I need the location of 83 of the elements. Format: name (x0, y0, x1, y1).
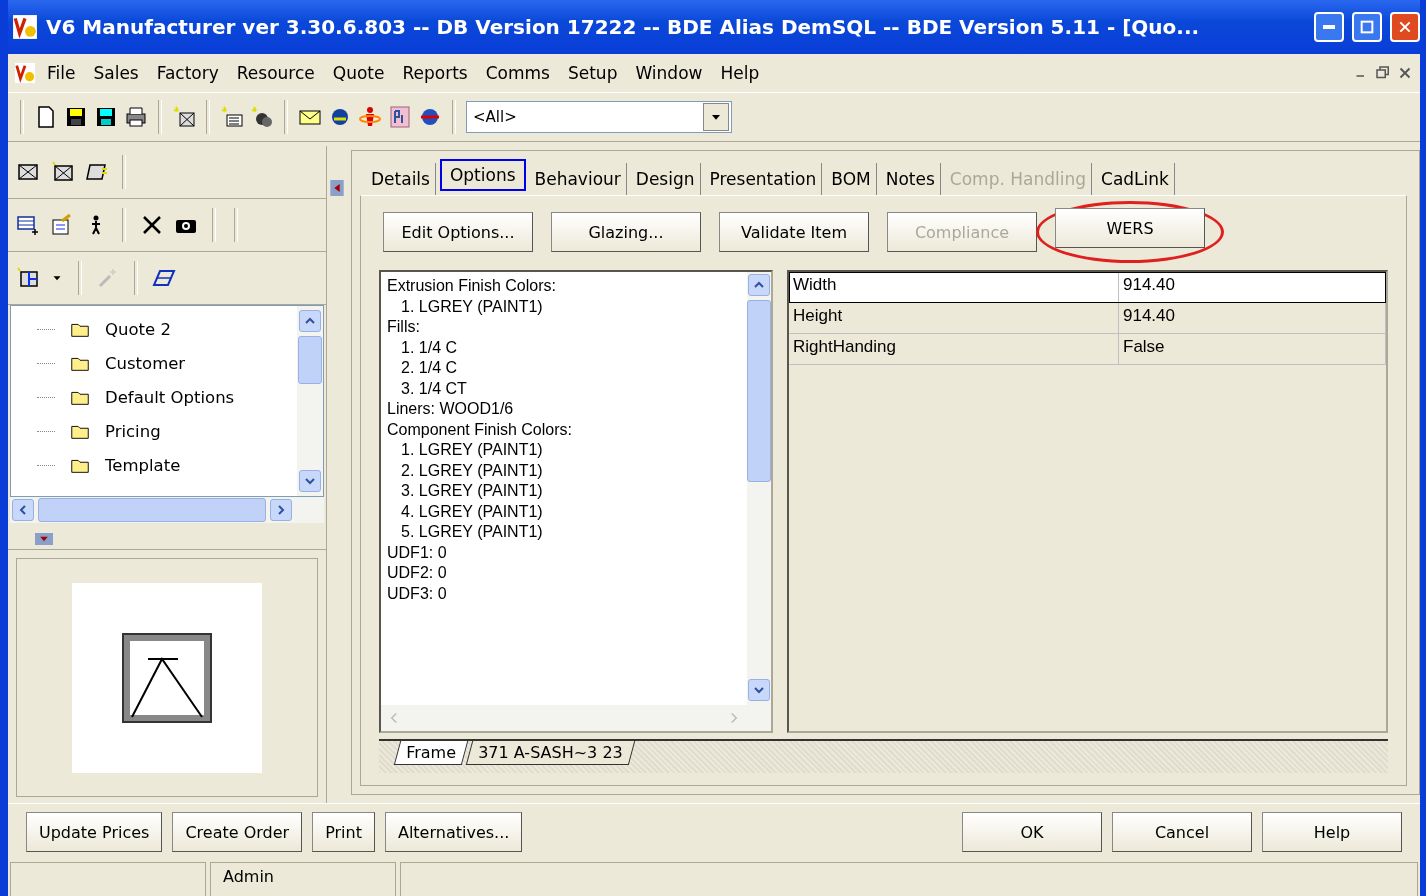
tree-item[interactable]: Pricing (105, 421, 161, 441)
scroll-up-button[interactable] (299, 310, 321, 332)
property-row[interactable]: Height 914.40 (789, 303, 1386, 334)
option-entry: 2. 1/4 C (400, 358, 459, 378)
save-all-icon[interactable] (94, 105, 118, 129)
tree-item[interactable]: Quote 2 (105, 319, 171, 339)
app-logo-icon (14, 62, 36, 84)
save-icon[interactable] (64, 105, 88, 129)
tree-item[interactable]: Customer (105, 353, 186, 373)
menu-item[interactable]: Window (628, 60, 710, 86)
menu-item[interactable]: Setup (560, 60, 625, 86)
option-heading: Extrusion Finish Colors: (387, 276, 557, 296)
scroll-right-button[interactable] (270, 499, 292, 521)
menu-item[interactable]: Reports (395, 60, 475, 86)
document-logo-icon[interactable] (388, 105, 412, 129)
scroll-thumb[interactable] (38, 498, 266, 522)
option-heading: Liners: WOOD1/6 (387, 399, 515, 419)
tab[interactable]: Design (630, 163, 701, 195)
dialog-button[interactable]: Help (1262, 812, 1402, 852)
scroll-down-button[interactable] (299, 470, 321, 492)
tab[interactable]: Presentation (704, 163, 823, 195)
footer-button[interactable]: Print (312, 812, 375, 852)
app-logo-icon (12, 14, 38, 40)
menu-item[interactable]: Sales (86, 60, 146, 86)
scroll-down-button[interactable] (748, 679, 770, 701)
footer-button[interactable]: Create Order (172, 812, 303, 852)
option-entry: 2. LGREY (PAINT1) (400, 460, 544, 481)
new-item-icon[interactable] (172, 105, 196, 129)
print-icon[interactable] (124, 105, 148, 129)
status-panel: Admin (210, 862, 396, 896)
tab[interactable]: Details (366, 163, 436, 195)
option-heading: Component Finish Colors: (387, 419, 573, 440)
option-heading: Fills: (387, 317, 421, 337)
scroll-thumb[interactable] (298, 336, 322, 384)
option-entry: 3. LGREY (PAINT1) (400, 481, 544, 501)
filter-combo[interactable]: <All> (466, 101, 732, 133)
option-entry: 3. 1/4 CT (400, 378, 468, 399)
scroll-left-button[interactable] (12, 499, 34, 521)
action-button[interactable]: Validate Item (719, 212, 869, 252)
menu-item[interactable]: Help (713, 60, 767, 86)
option-heading: UDF3: 0 (387, 583, 448, 604)
scroll-up-button[interactable] (748, 274, 770, 296)
menu-item[interactable]: Comms (478, 60, 557, 86)
option-entry: 1. LGREY (PAINT1) (400, 296, 544, 317)
tab[interactable]: BOM (826, 163, 877, 195)
action-button[interactable]: Edit Options... (383, 212, 533, 252)
minimize-icon (1323, 25, 1335, 29)
window-title: V6 Manufacturer ver 3.30.6.803 -- DB Version 17222 -- BDE Alias DemSQL -- BDE Version 5.11 - [Quo... (46, 15, 1201, 39)
sheet-tab[interactable]: 371 A-SASH~3 23 (465, 741, 635, 765)
menu-item[interactable]: File (40, 60, 83, 86)
tree-item[interactable]: Template (105, 455, 181, 475)
new-window-icon[interactable] (16, 266, 40, 290)
minimize-button[interactable] (1314, 12, 1344, 42)
menu-item[interactable]: Factory (149, 60, 226, 86)
dialog-button[interactable]: OK (962, 812, 1102, 852)
dialog-button[interactable]: Cancel (1112, 812, 1252, 852)
menu-item[interactable]: Quote (325, 60, 392, 86)
close-icon (1397, 19, 1413, 35)
action-button[interactable]: Glazing... (551, 212, 701, 252)
footer-button[interactable]: Alternatives... (384, 812, 523, 852)
scroll-thumb[interactable] (747, 300, 771, 482)
new-frame-icon[interactable] (50, 160, 74, 184)
tab[interactable]: Options (439, 159, 526, 191)
property-row[interactable]: RightHanding False (789, 334, 1386, 365)
tab[interactable]: Notes (880, 163, 941, 195)
option-entry: 5. LGREY (PAINT1) (400, 522, 544, 542)
action-button[interactable]: WERS (1055, 208, 1205, 248)
option-heading: UDF1: 0 (387, 542, 448, 563)
tree-item[interactable]: Default Options (105, 387, 235, 407)
footer-button[interactable]: Update Prices (26, 812, 163, 852)
add-row-icon[interactable] (16, 213, 40, 237)
sheet-tab[interactable]: Frame (393, 741, 469, 765)
option-entry: 4. LGREY (PAINT1) (400, 501, 544, 522)
menu-item[interactable]: Resource (229, 60, 322, 86)
option-heading: UDF2: 0 (387, 563, 448, 583)
tab[interactable]: Behaviour (529, 163, 627, 195)
option-entry: 1. LGREY (PAINT1) (400, 440, 544, 460)
close-button[interactable] (1390, 12, 1420, 42)
property-row[interactable]: Width 914.40 (789, 272, 1386, 303)
option-entry: 1. 1/4 C (400, 337, 459, 358)
maximize-button[interactable] (1352, 12, 1382, 42)
tab[interactable]: CadLink (1096, 163, 1175, 195)
maximize-icon (1359, 19, 1375, 35)
